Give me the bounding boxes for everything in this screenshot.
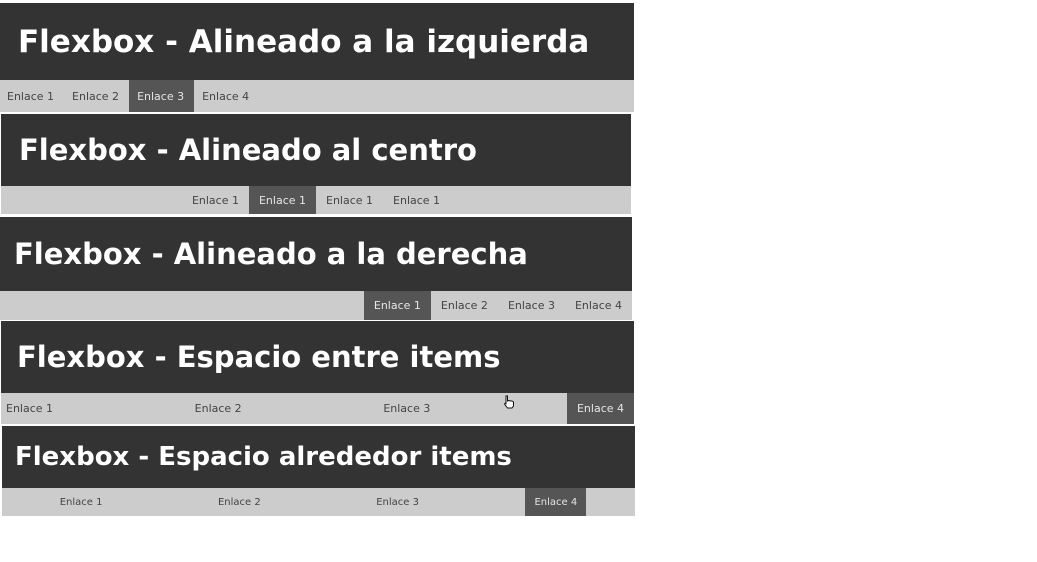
nav-link[interactable]: Enlace 1 (0, 80, 64, 112)
section-title: Flexbox - Alineado al centro (1, 114, 631, 186)
nav-link[interactable]: Enlace 1 (51, 488, 112, 516)
nav-link-active[interactable]: Enlace 3 (129, 80, 195, 112)
hand-pointer-icon (503, 395, 515, 409)
nav-link-active[interactable]: Enlace 1 (363, 291, 431, 320)
nav-bar: Enlace 1 Enlace 2 Enlace 3 Enlace 4 (0, 291, 632, 320)
nav-link[interactable]: Enlace 2 (431, 291, 498, 320)
nav-link[interactable]: Enlace 1 (182, 186, 249, 214)
nav-bar: Enlace 1 Enlace 1 Enlace 1 Enlace 1 (1, 186, 631, 214)
flex-right-section: Flexbox - Alineado a la derecha Enlace 1… (0, 217, 632, 320)
flex-center-section: Flexbox - Alineado al centro Enlace 1 En… (1, 114, 631, 214)
nav-link-active[interactable]: Enlace 4 (566, 393, 634, 424)
nav-bar: Enlace 1 Enlace 2 Enlace 3 Enlace 4 (2, 488, 635, 516)
nav-link[interactable]: Enlace 1 (316, 186, 383, 214)
nav-link[interactable]: Enlace 4 (565, 291, 632, 320)
nav-link-active[interactable]: Enlace 1 (248, 186, 316, 214)
nav-link[interactable]: Enlace 1 (1, 393, 63, 424)
nav-link[interactable]: Enlace 3 (367, 488, 428, 516)
nav-link[interactable]: Enlace 2 (64, 80, 129, 112)
section-title: Flexbox - Alineado a la derecha (0, 217, 632, 291)
nav-link[interactable]: Enlace 3 (378, 393, 440, 424)
flex-space-around-section: Flexbox - Espacio alrededor items Enlace… (2, 426, 635, 516)
nav-link[interactable]: Enlace 4 (194, 80, 259, 112)
nav-bar: Enlace 1 Enlace 2 Enlace 3 Enlace 4 (1, 393, 634, 424)
section-title: Flexbox - Alineado a la izquierda (0, 3, 634, 80)
nav-link[interactable]: Enlace 2 (190, 393, 252, 424)
nav-link[interactable]: Enlace 1 (383, 186, 450, 214)
nav-link[interactable]: Enlace 3 (498, 291, 565, 320)
section-title: Flexbox - Espacio entre items (1, 321, 634, 393)
nav-link-active[interactable]: Enlace 4 (525, 488, 587, 516)
nav-link[interactable]: Enlace 2 (209, 488, 270, 516)
section-title: Flexbox - Espacio alrededor items (2, 426, 635, 488)
flex-space-between-section: Flexbox - Espacio entre items Enlace 1 E… (1, 321, 634, 424)
nav-bar: Enlace 1 Enlace 2 Enlace 3 Enlace 4 (0, 80, 634, 112)
flex-left-section: Flexbox - Alineado a la izquierda Enlace… (0, 3, 634, 112)
